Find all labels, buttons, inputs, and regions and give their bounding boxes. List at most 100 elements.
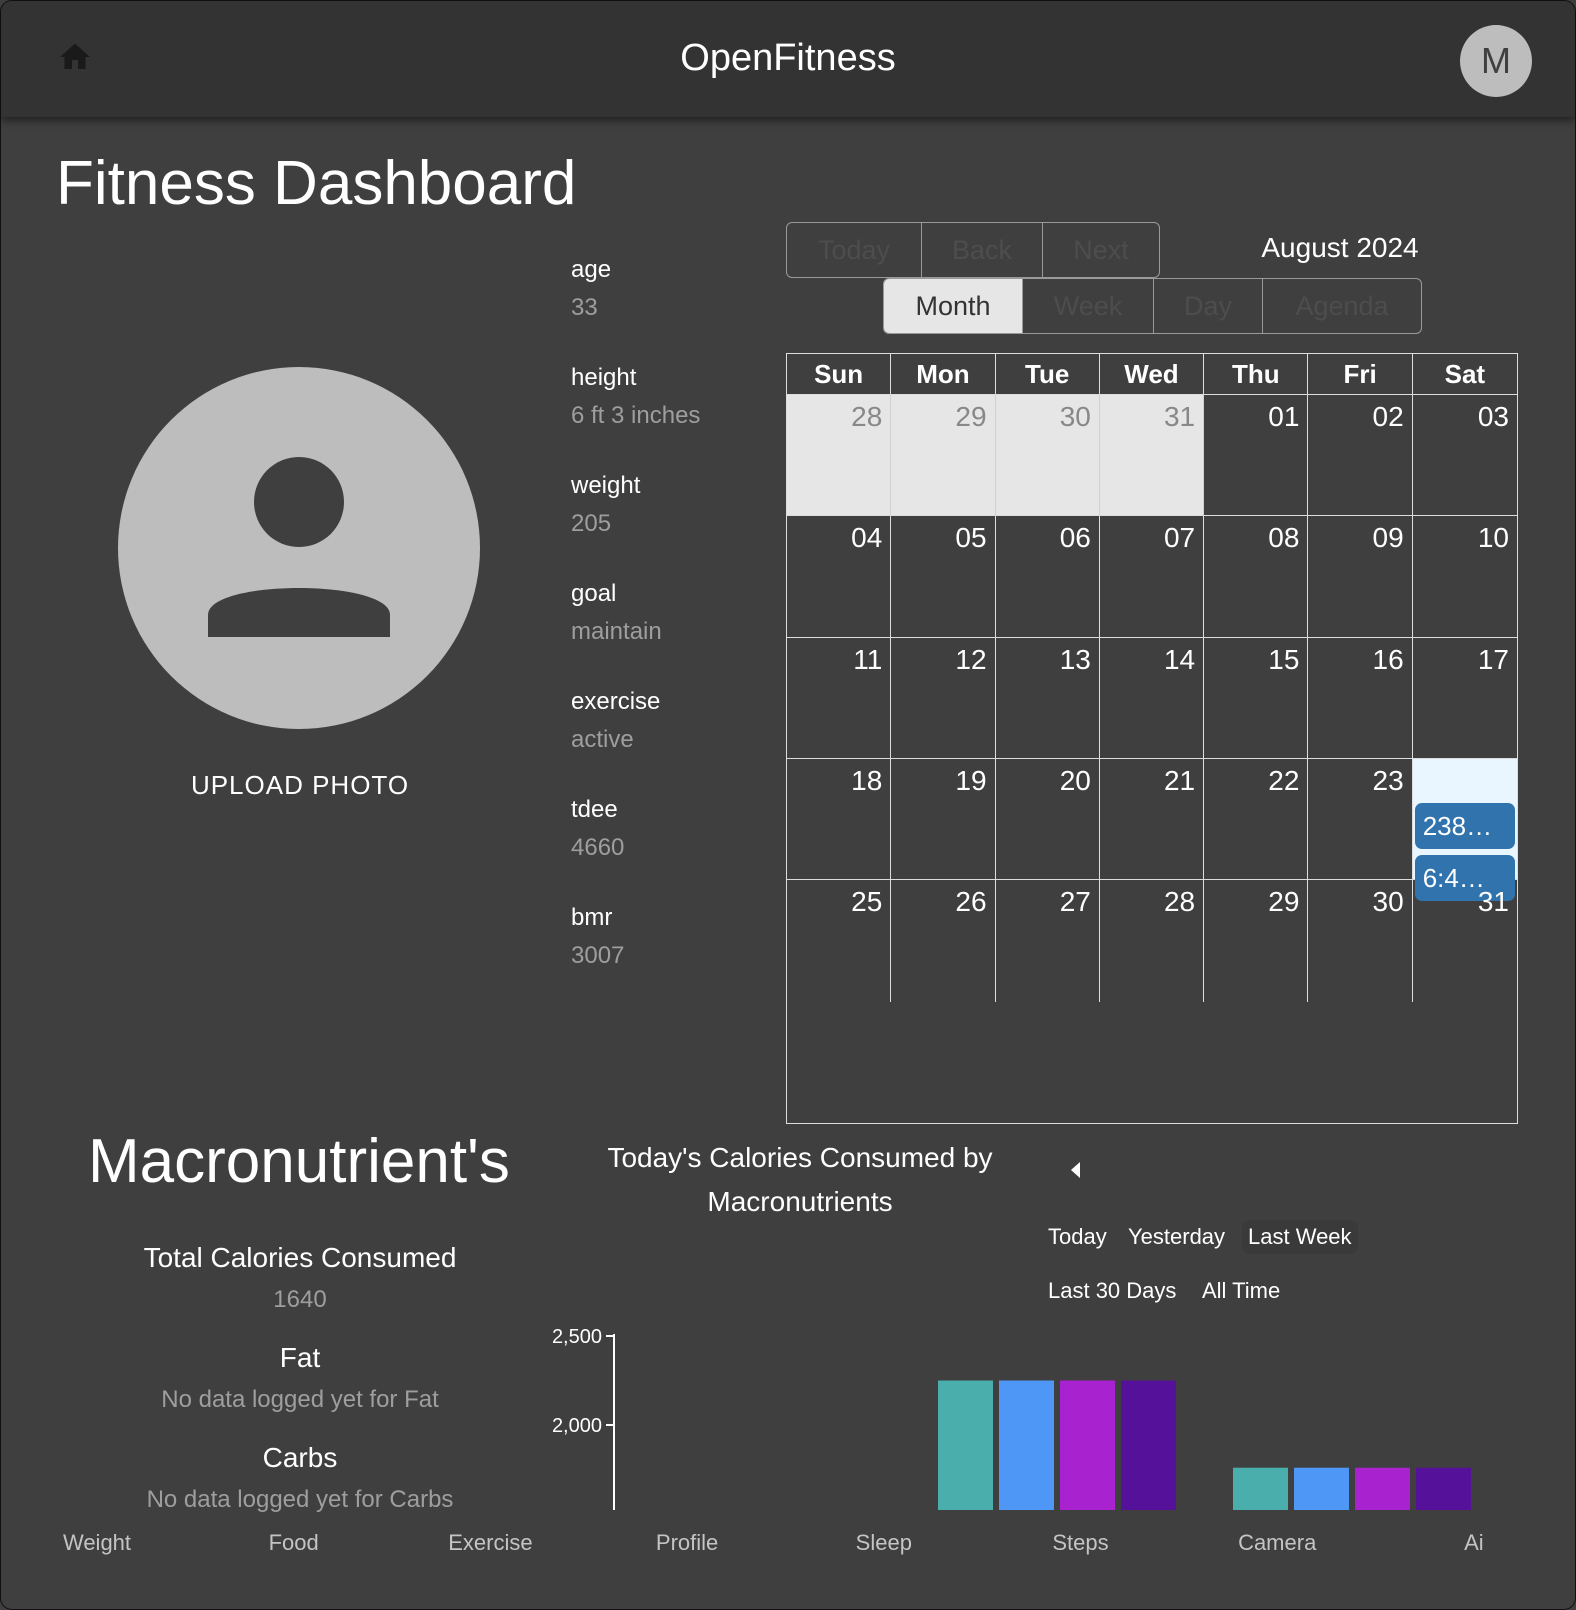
avatar[interactable]: M (1460, 25, 1532, 97)
calendar-day-cell[interactable]: 08 (1204, 516, 1309, 638)
day-number[interactable]: 03 (1478, 401, 1509, 433)
nav-steps[interactable]: Steps (1001, 1530, 1161, 1556)
calendar-day-cell[interactable]: 31 (1099, 395, 1205, 517)
range-last-30-days-button[interactable]: Last 30 Days (1042, 1274, 1182, 1308)
day-number[interactable]: 13 (1060, 644, 1091, 676)
nav-ai[interactable]: Ai (1394, 1530, 1554, 1556)
day-number[interactable]: 16 (1373, 644, 1404, 676)
macro-total-calories-consumed: Total Calories Consumed 1640 (100, 1242, 500, 1314)
calendar-day-cell[interactable]: 14 (1099, 637, 1205, 759)
view-month-button[interactable]: Month (884, 279, 1023, 333)
calendar-day-cell[interactable]: 17 (1412, 638, 1517, 759)
calendar-today-button[interactable]: Today (787, 223, 922, 277)
day-number[interactable]: 11 (853, 644, 882, 676)
nav-sleep[interactable]: Sleep (804, 1530, 964, 1556)
calendar-day-cell[interactable]: 02 (1308, 395, 1413, 517)
weekday-tue: Tue (996, 354, 1100, 394)
nav-profile[interactable]: Profile (607, 1530, 767, 1556)
calendar-next-button[interactable]: Next (1043, 223, 1159, 277)
calendar-day-cell[interactable]: 18 (787, 759, 892, 881)
day-number[interactable]: 04 (851, 522, 882, 554)
day-number[interactable]: 20 (1060, 765, 1091, 797)
calendar-day-cell[interactable]: 09 (1308, 516, 1413, 638)
day-number[interactable]: 21 (1164, 765, 1195, 797)
nav-food[interactable]: Food (214, 1530, 374, 1556)
calendar-back-button[interactable]: Back (922, 223, 1043, 277)
range-last-week-button[interactable]: Last Week (1242, 1220, 1358, 1254)
day-number[interactable]: 26 (955, 886, 986, 918)
calendar-day-cell[interactable]: 04 (787, 516, 892, 638)
calendar-day-cell[interactable]: 29 (891, 395, 996, 517)
calendar-day-cell[interactable]: 23 (1308, 759, 1413, 881)
stat-label: bmr (571, 904, 613, 931)
day-number[interactable]: 09 (1373, 522, 1404, 554)
calendar-day-cell[interactable]: 28 (1100, 880, 1205, 1002)
calendar-day-cell[interactable]: 25 (787, 880, 892, 1002)
calendar-day-cell[interactable]: 15 (1204, 637, 1309, 759)
calendar-day-cell[interactable]: 16 (1308, 637, 1413, 759)
day-number[interactable]: 10 (1478, 522, 1509, 554)
calendar-day-cell[interactable]: 238… 6:4… (1412, 759, 1517, 901)
range-yesterday-button[interactable]: Yesterday (1122, 1220, 1231, 1254)
calendar-day-cell[interactable]: 30 (995, 395, 1100, 517)
day-number[interactable]: 06 (1060, 522, 1091, 554)
day-number[interactable]: 15 (1268, 644, 1299, 676)
day-number[interactable]: 12 (955, 644, 986, 676)
calendar-day-cell[interactable]: 27 (996, 880, 1100, 1002)
range-all-time-button[interactable]: All Time (1196, 1274, 1286, 1308)
stat-value: maintain (571, 618, 662, 645)
view-week-button[interactable]: Week (1023, 279, 1154, 333)
day-number[interactable]: 29 (955, 401, 986, 433)
calendar-day-cell[interactable]: 31 (1413, 880, 1517, 1001)
day-number[interactable]: 28 (1164, 886, 1195, 918)
calendar-day-cell[interactable]: 01 (1204, 395, 1309, 517)
calendar-day-cell[interactable]: 13 (995, 637, 1100, 759)
view-day-button[interactable]: Day (1154, 279, 1263, 333)
calendar-day-cell[interactable]: 12 (891, 637, 996, 759)
calendar-day-cell[interactable]: 30 (1308, 880, 1413, 1002)
calendar-day-cell[interactable]: 07 (1099, 516, 1205, 638)
day-number[interactable]: 22 (1268, 765, 1299, 797)
upload-photo-button[interactable]: UPLOAD PHOTO (160, 770, 440, 801)
day-number[interactable]: 30 (1060, 401, 1091, 433)
day-number[interactable]: 25 (851, 886, 882, 918)
calendar-day-cell[interactable]: 10 (1412, 516, 1517, 638)
day-number[interactable]: 18 (851, 765, 882, 797)
day-number[interactable]: 07 (1164, 522, 1195, 554)
nav-exercise[interactable]: Exercise (410, 1530, 570, 1556)
chevron-left-icon[interactable] (1066, 1158, 1086, 1182)
calendar-day-cell[interactable]: 22 (1204, 759, 1309, 881)
calendar-day-cell[interactable]: 11 (787, 637, 892, 759)
day-number[interactable]: 29 (1268, 886, 1299, 918)
day-number[interactable]: 08 (1268, 522, 1299, 554)
macro-carbs: Carbs No data logged yet for Carbs (100, 1442, 500, 1514)
calendar-day-cell[interactable]: 26 (891, 880, 996, 1002)
day-number[interactable]: 02 (1373, 401, 1404, 433)
view-agenda-button[interactable]: Agenda (1263, 279, 1421, 333)
range-today-button[interactable]: Today (1042, 1220, 1113, 1254)
calendar-day-cell[interactable]: 05 (891, 516, 996, 638)
page-title: Fitness Dashboard (56, 149, 577, 218)
day-number[interactable]: 17 (1478, 644, 1509, 676)
calendar-event[interactable]: 238… (1414, 803, 1515, 849)
day-number[interactable]: 19 (955, 765, 986, 797)
stat-value: active (571, 726, 634, 753)
day-number[interactable]: 28 (851, 401, 882, 433)
calendar-day-cell[interactable]: 19 (891, 759, 996, 881)
calendar-day-cell[interactable]: 20 (995, 759, 1100, 881)
calendar-day-cell[interactable]: 06 (995, 516, 1100, 638)
calendar-day-cell[interactable]: 03 (1412, 395, 1517, 517)
day-number[interactable]: 23 (1373, 765, 1404, 797)
day-number[interactable]: 05 (955, 522, 986, 554)
day-number[interactable]: 01 (1268, 401, 1299, 433)
calendar-day-cell[interactable]: 21 (1099, 759, 1205, 881)
nav-camera[interactable]: Camera (1197, 1530, 1357, 1556)
calendar-day-cell[interactable]: 29 (1204, 880, 1309, 1002)
day-number[interactable]: 31 (1164, 401, 1195, 433)
day-number[interactable]: 31 (1478, 886, 1509, 918)
nav-weight[interactable]: Weight (17, 1530, 177, 1556)
day-number[interactable]: 27 (1060, 886, 1091, 918)
calendar-day-cell[interactable]: 28 (787, 395, 892, 517)
day-number[interactable]: 14 (1164, 644, 1195, 676)
day-number[interactable]: 30 (1373, 886, 1404, 918)
